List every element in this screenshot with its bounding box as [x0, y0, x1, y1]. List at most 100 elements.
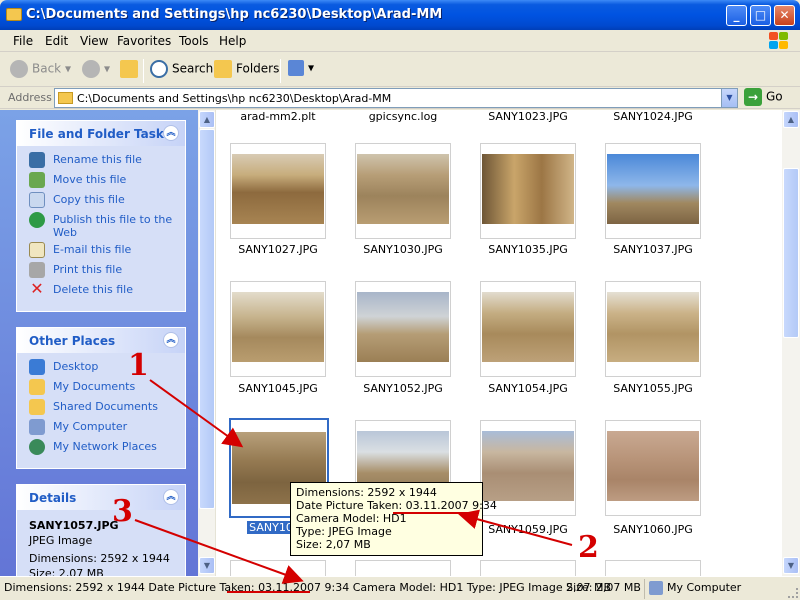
file-label[interactable]: SANY1023.JPG	[468, 110, 588, 123]
thumbnail[interactable]	[605, 560, 701, 576]
views-button[interactable]: ▾	[288, 60, 314, 82]
file-label[interactable]: gpicsync.log	[343, 110, 463, 123]
content-scrollbar[interactable]: ▲ ▼	[782, 110, 800, 576]
file-label[interactable]: SANY1055.JPG	[593, 382, 713, 395]
place-label: My Documents	[53, 380, 136, 393]
menu-view[interactable]: View	[80, 34, 108, 48]
file-label[interactable]: SANY1035.JPG	[468, 243, 588, 256]
back-label: Back	[32, 61, 62, 76]
file-label[interactable]: SANY1027.JPG	[218, 243, 338, 256]
thumbnail[interactable]	[355, 143, 451, 239]
minimize-button[interactable]: _	[726, 5, 747, 26]
menu-bar: File Edit View Favorites Tools Help	[0, 30, 800, 52]
menu-favorites[interactable]: Favorites	[117, 34, 171, 48]
thumbnail[interactable]	[230, 281, 326, 377]
move-icon	[29, 172, 45, 188]
place-my-computer[interactable]: My Computer	[17, 417, 185, 437]
task-publish[interactable]: Publish this file to the Web	[17, 210, 185, 240]
folders-button[interactable]: Folders	[214, 60, 279, 82]
go-button[interactable]: → Go	[744, 88, 783, 106]
place-label: Desktop	[53, 360, 99, 373]
folder-icon	[58, 92, 73, 104]
address-dropdown-button[interactable]: ▼	[721, 89, 737, 107]
thumbnail[interactable]	[605, 420, 701, 516]
scroll-up-button[interactable]: ▲	[783, 111, 799, 128]
back-button[interactable]: Back ▾	[10, 60, 71, 82]
toolbar: Back ▾ ▾ Search Folders ▾	[0, 53, 800, 87]
panel-header[interactable]: Details ︽	[17, 485, 185, 510]
file-label[interactable]: SANY1052.JPG	[343, 382, 463, 395]
thumbnail[interactable]	[605, 281, 701, 377]
close-button[interactable]: ✕	[774, 5, 795, 26]
task-pane-scrollbar[interactable]: ▲ ▼	[198, 110, 216, 576]
windows-logo-icon	[768, 31, 790, 51]
thumbnail[interactable]	[230, 560, 326, 576]
file-label[interactable]: SANY1045.JPG	[218, 382, 338, 395]
collapse-chevron-icon[interactable]: ︽	[163, 125, 179, 141]
collapse-chevron-icon[interactable]: ︽	[163, 332, 179, 348]
search-button[interactable]: Search	[150, 60, 213, 82]
scroll-thumb[interactable]	[783, 168, 799, 338]
task-delete[interactable]: ✕ Delete this file	[17, 280, 185, 300]
scroll-down-button[interactable]: ▼	[199, 557, 215, 574]
file-label[interactable]: SANY1024.JPG	[593, 110, 713, 123]
address-input[interactable]: C:\Documents and Settings\hp nc6230\Desk…	[54, 88, 738, 108]
task-copy[interactable]: Copy this file	[17, 190, 185, 210]
menu-help[interactable]: Help	[219, 34, 246, 48]
my-computer-icon	[649, 581, 663, 595]
tooltip-size: Size: 2,07 MB	[296, 538, 371, 551]
views-icon	[288, 60, 304, 76]
place-label: My Computer	[53, 420, 128, 433]
task-rename[interactable]: Rename this file	[17, 150, 185, 170]
details-filename: SANY1057.JPG	[29, 519, 119, 532]
place-my-documents[interactable]: My Documents	[17, 377, 185, 397]
panel-header[interactable]: Other Places ︽	[17, 328, 185, 353]
scroll-up-button[interactable]: ▲	[199, 111, 215, 128]
scroll-thumb[interactable]	[199, 129, 215, 509]
task-label: Delete this file	[53, 283, 133, 296]
address-label: Address	[8, 91, 52, 104]
task-print[interactable]: Print this file	[17, 260, 185, 280]
email-icon	[29, 242, 45, 258]
panel-header[interactable]: File and Folder Tasks ︽	[17, 121, 185, 146]
status-location: My Computer	[644, 579, 784, 599]
thumbnail[interactable]	[605, 143, 701, 239]
file-label[interactable]: SANY1054.JPG	[468, 382, 588, 395]
task-label: Publish this file to the Web	[53, 213, 173, 239]
thumbnail[interactable]	[480, 560, 576, 576]
title-bar[interactable]: C:\Documents and Settings\hp nc6230\Desk…	[0, 0, 800, 30]
maximize-button[interactable]: □	[750, 5, 771, 26]
menu-edit[interactable]: Edit	[45, 34, 68, 48]
forward-button[interactable]: ▾	[82, 60, 110, 82]
collapse-chevron-icon[interactable]: ︽	[163, 489, 179, 505]
photo-thumbnail	[607, 292, 699, 362]
thumbnail[interactable]	[355, 281, 451, 377]
delete-icon: ✕	[30, 279, 44, 298]
place-desktop[interactable]: Desktop	[17, 357, 185, 377]
network-icon	[29, 439, 45, 455]
thumbnail[interactable]	[230, 143, 326, 239]
thumbnail[interactable]	[355, 560, 451, 576]
photo-thumbnail	[607, 154, 699, 224]
task-move[interactable]: Move this file	[17, 170, 185, 190]
thumbnail[interactable]	[480, 281, 576, 377]
file-label[interactable]: arad-mm2.plt	[218, 110, 338, 123]
address-value: C:\Documents and Settings\hp nc6230\Desk…	[77, 92, 392, 105]
folder-icon	[6, 8, 22, 21]
task-email[interactable]: E-mail this file	[17, 240, 185, 260]
place-label: Shared Documents	[53, 400, 158, 413]
menu-tools[interactable]: Tools	[179, 34, 209, 48]
menu-file[interactable]: File	[13, 34, 33, 48]
file-label[interactable]: SANY1060.JPG	[593, 523, 713, 536]
resize-grip[interactable]	[788, 588, 798, 598]
up-folder-button[interactable]	[120, 60, 142, 82]
place-shared-documents[interactable]: Shared Documents	[17, 397, 185, 417]
file-label[interactable]: SANY1030.JPG	[343, 243, 463, 256]
file-folder-tasks-panel: File and Folder Tasks ︽ Rename this file…	[16, 120, 186, 312]
file-label[interactable]: SANY1059.JPG	[468, 523, 588, 536]
photo-thumbnail	[232, 292, 324, 362]
thumbnail[interactable]	[480, 143, 576, 239]
scroll-down-button[interactable]: ▼	[783, 557, 799, 574]
file-label[interactable]: SANY1037.JPG	[593, 243, 713, 256]
place-my-network[interactable]: My Network Places	[17, 437, 185, 457]
